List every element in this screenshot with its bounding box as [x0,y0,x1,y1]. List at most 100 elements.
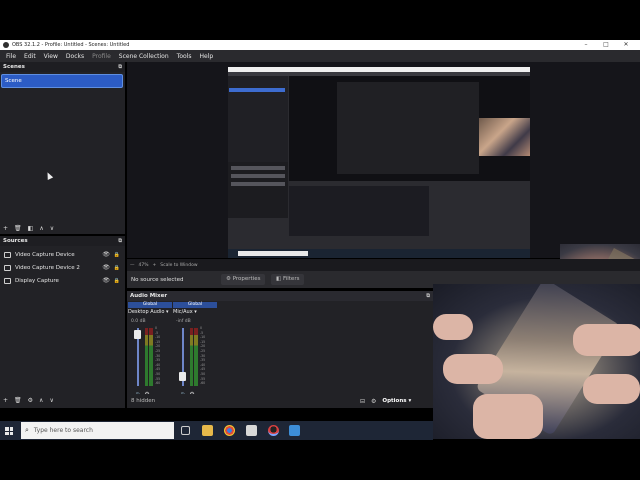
nested-capture-preview [289,76,530,181]
source-item[interactable]: Video Capture Device 👁 🔒 [0,248,125,261]
camera-icon [4,264,11,271]
windows-start-icon[interactable] [5,427,13,435]
audio-mixer-dock: Audio Mixer ⧉ Global Desktop Audio ▾ 0.0… [127,291,433,408]
layout-icon[interactable]: ⊟ [360,398,365,405]
move-scene-up-button[interactable]: ∧ [39,225,43,232]
menu-scene-collection[interactable]: Scene Collection [115,53,173,60]
filters-button[interactable]: ◧ Filters [271,274,305,285]
remove-scene-button[interactable]: 🗑 [14,225,22,232]
file-explorer-icon[interactable] [202,425,213,436]
source-label: Display Capture [15,277,59,284]
lock-icon[interactable]: 🔒 [114,252,120,258]
channel-db-readout: -inf dB [176,319,191,324]
remove-source-button[interactable]: 🗑 [14,397,22,404]
zoom-out-icon[interactable]: — [130,263,135,268]
mixer-channel-mic-aux: Global Mic/Aux ▾ -inf dB 0 -5 -10 -15 -2… [173,302,217,406]
visibility-eye-icon[interactable]: 👁 [102,264,110,271]
nested-capture-source-row [231,166,285,170]
zoom-in-icon[interactable]: + [153,263,157,268]
source-item[interactable]: Video Capture Device 2 👁 🔒 [0,261,125,274]
controls-dock: ⊟ ⚙ Options ▾ [360,394,434,408]
scenes-title: Scenes [3,64,25,70]
menu-bar: File Edit View Docks Profile Scene Colle… [0,50,640,62]
volume-slider-handle[interactable] [179,372,186,382]
taskbar-search[interactable]: ⌕ Type here to search [21,422,174,439]
meter-tick: -60 [200,381,206,386]
finger [583,374,640,404]
options-button[interactable]: Options ▾ [382,398,411,404]
add-scene-button[interactable]: + [3,225,8,232]
menu-file[interactable]: File [2,53,20,60]
meter-tick: -50 [155,371,161,376]
channel-name[interactable]: Mic/Aux ▾ [173,309,217,315]
undock-icon[interactable]: ⧉ [118,62,122,72]
options-label: Options [382,398,407,404]
chrome-icon[interactable] [224,425,235,436]
volume-meter [190,328,198,386]
menu-view[interactable]: View [40,53,62,60]
mixer-channel-desktop-audio: Global Desktop Audio ▾ 0.0 dB 0 -5 -10 -… [128,302,172,406]
preview-area[interactable] [127,62,640,318]
scale-mode-select[interactable]: Scale to Window [160,263,197,268]
sources-dock: Sources ⧉ Video Capture Device 👁 🔒 Video… [0,236,125,408]
volume-meter [145,328,153,386]
scenes-toolbar: + 🗑 ◧ ∧ ∨ [0,222,125,234]
minimize-button[interactable]: – [576,40,596,50]
zoom-level[interactable]: 47% [139,263,149,268]
scenes-dock-title: Scenes ⧉ [0,62,125,72]
channel-bind-label: Global [173,302,217,308]
mouse-cursor-icon [44,171,54,180]
menu-docks[interactable]: Docks [62,53,88,60]
nested-capture-source-row [231,174,285,178]
move-scene-down-button[interactable]: ∨ [50,225,54,232]
app-icon[interactable] [289,425,300,436]
hidden-count[interactable]: 8 hidden [131,398,155,404]
scene-filters-button[interactable]: ◧ [28,225,34,232]
nested-capture-inner-preview [337,82,479,174]
channel-name-text: Desktop Audio [128,309,165,315]
meter-ticks: 0 -5 -10 -15 -20 -25 -30 -35 -40 -45 -50… [155,326,160,386]
audio-mixer-title-bar: Audio Mixer ⧉ [127,291,433,301]
source-label: Video Capture Device [15,251,75,258]
source-item[interactable]: Display Capture 👁 🔒 [0,274,125,287]
undock-icon[interactable]: ⧉ [118,236,122,246]
nested-capture-scene-item [229,88,285,92]
menu-profile[interactable]: Profile [88,53,115,60]
add-source-button[interactable]: + [3,397,8,404]
obs-taskbar-icon[interactable] [268,425,279,436]
meter-ticks: 0 -5 -10 -15 -20 -25 -30 -35 -40 -45 -50… [200,326,205,386]
nested-capture-source-row [231,182,285,186]
window-title: OBS 32.1.2 - Profile: Untitled - Scenes:… [12,42,130,48]
meter-tick: -25 [155,348,161,353]
preview-canvas[interactable] [228,67,530,258]
volume-slider-handle[interactable] [134,330,141,340]
webcam-feed-large [433,284,640,439]
meter-tick: -50 [200,371,206,376]
menu-edit[interactable]: Edit [20,53,40,60]
task-view-icon[interactable] [181,426,190,435]
nested-capture-search [238,251,308,256]
scene-list-item[interactable]: Scene [1,74,123,88]
menu-help[interactable]: Help [195,53,217,60]
windows-taskbar: ⌕ Type here to search [0,421,433,440]
app-icon[interactable] [246,425,257,436]
source-settings-button[interactable]: ⚙ [28,397,33,404]
no-source-label: No source selected [131,276,184,283]
move-source-down-button[interactable]: ∨ [49,397,53,404]
channel-name[interactable]: Desktop Audio ▾ [128,309,172,315]
nested-capture-webcam [479,118,530,156]
move-source-up-button[interactable]: ∧ [39,397,43,404]
visibility-eye-icon[interactable]: 👁 [102,251,110,258]
menu-tools[interactable]: Tools [173,53,196,60]
visibility-eye-icon[interactable]: 👁 [102,277,110,284]
undock-icon[interactable]: ⧉ [426,291,430,301]
source-label: Video Capture Device 2 [15,264,80,271]
maximize-button[interactable]: □ [596,40,616,50]
obs-logo-icon [3,42,9,48]
filters-label: Filters [282,276,300,282]
lock-icon[interactable]: 🔒 [114,265,120,271]
close-button[interactable]: ✕ [616,40,636,50]
properties-button[interactable]: ⚙ Properties [221,274,266,285]
lock-icon[interactable]: 🔒 [114,278,120,284]
gear-icon[interactable]: ⚙ [371,398,376,405]
